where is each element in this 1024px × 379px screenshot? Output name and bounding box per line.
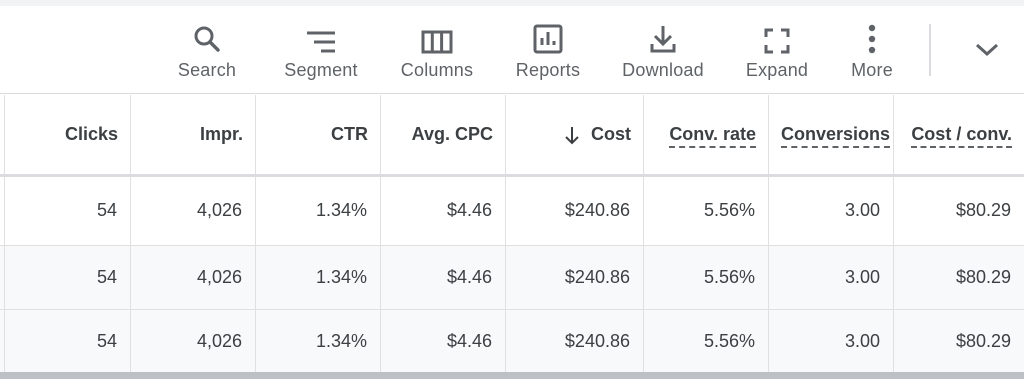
header-cost-per-conv-label: Cost / conv. (911, 124, 1012, 148)
cell-ctr: 1.34% (255, 177, 380, 245)
cell-cost: $240.86 (505, 310, 643, 372)
cell-impr-value: 4,026 (196, 200, 242, 220)
cell-clicks: 54 (4, 246, 130, 309)
cell-cost-per-conv: $80.29 (893, 310, 1024, 372)
segment-button[interactable]: Segment (276, 6, 366, 94)
cell-conversions: 3.00 (768, 310, 893, 372)
cell-conv-rate-value: 5.56% (703, 267, 755, 287)
cell-avg-cpc-value: $4.46 (446, 331, 492, 351)
reports-label: Reports (515, 60, 581, 80)
header-avg-cpc[interactable]: Avg. CPC (380, 95, 505, 175)
header-conv-rate-label: Conv. rate (669, 124, 756, 148)
table-row[interactable]: 54 4,026 1.34% $4.46 $240.86 5.56% 3.00 … (0, 246, 1024, 310)
search-icon (192, 6, 222, 58)
header-conversions-label: Conversions (781, 124, 891, 148)
cell-cost-per-conv: $80.29 (893, 177, 1024, 245)
header-cost[interactable]: Cost (505, 95, 643, 175)
cell-ctr-value: 1.34% (315, 267, 367, 287)
table-toolbar: Search Segment Columns Reports Download … (0, 6, 1024, 94)
table-header-row: Clicks Impr. CTR Avg. CPC Cost Conv. rat… (0, 95, 1024, 175)
cell-clicks-value: 54 (96, 200, 117, 220)
cell-avg-cpc: $4.46 (380, 246, 505, 309)
header-impr-label: Impr. (199, 124, 243, 144)
cell-avg-cpc: $4.46 (380, 310, 505, 372)
cell-ctr: 1.34% (255, 246, 380, 309)
header-impr[interactable]: Impr. (130, 95, 255, 175)
cell-impr: 4,026 (130, 177, 255, 245)
cell-cost: $240.86 (505, 177, 643, 245)
cell-ctr-value: 1.34% (315, 200, 367, 220)
cell-cost-per-conv-value: $80.29 (955, 331, 1011, 351)
download-label: Download (622, 60, 704, 80)
cell-avg-cpc: $4.46 (380, 177, 505, 245)
columns-label: Columns (400, 60, 474, 80)
cell-conv-rate: 5.56% (643, 177, 768, 245)
search-label: Search (177, 60, 237, 80)
cell-impr-value: 4,026 (196, 331, 242, 351)
expand-button[interactable]: Expand (742, 6, 812, 94)
cell-impr: 4,026 (130, 310, 255, 372)
cell-conv-rate: 5.56% (643, 310, 768, 372)
cell-conv-rate: 5.56% (643, 246, 768, 309)
more-vert-icon (867, 6, 877, 58)
header-clicks-label: Clicks (64, 124, 118, 144)
cell-cost-value: $240.86 (564, 200, 630, 220)
cell-conversions-value: 3.00 (844, 267, 880, 287)
cell-avg-cpc-value: $4.46 (446, 267, 492, 287)
cell-avg-cpc-value: $4.46 (446, 200, 492, 220)
cell-clicks-value: 54 (96, 331, 117, 351)
cell-impr-value: 4,026 (196, 267, 242, 287)
horizontal-scrollbar[interactable] (0, 372, 1024, 379)
cell-ctr-value: 1.34% (315, 331, 367, 351)
cell-clicks-value: 54 (96, 267, 117, 287)
table-row[interactable]: 54 4,026 1.34% $4.46 $240.86 5.56% 3.00 … (0, 177, 1024, 246)
header-avg-cpc-label: Avg. CPC (411, 124, 493, 144)
download-icon (649, 6, 677, 58)
reports-button[interactable]: Reports (509, 6, 587, 94)
cell-conv-rate-value: 5.56% (703, 200, 755, 220)
cell-cost-value: $240.86 (564, 331, 630, 351)
cell-cost: $240.86 (505, 246, 643, 309)
cell-clicks: 54 (4, 177, 130, 245)
header-conv-rate[interactable]: Conv. rate (643, 95, 768, 175)
cell-conv-rate-value: 5.56% (703, 331, 755, 351)
table-row[interactable]: 54 4,026 1.34% $4.46 $240.86 5.56% 3.00 … (0, 310, 1024, 372)
header-ctr[interactable]: CTR (255, 95, 380, 175)
more-button[interactable]: More (846, 6, 898, 94)
expand-icon (764, 6, 790, 58)
reports-icon (533, 6, 563, 58)
columns-icon (421, 6, 453, 58)
segment-label: Segment (284, 60, 358, 80)
cell-cost-value: $240.86 (564, 267, 630, 287)
cell-conversions: 3.00 (768, 177, 893, 245)
header-cost-per-conv[interactable]: Cost / conv. (893, 95, 1024, 175)
cell-ctr: 1.34% (255, 310, 380, 372)
header-cost-label: Cost (591, 124, 631, 144)
cell-impr: 4,026 (130, 246, 255, 309)
columns-button[interactable]: Columns (394, 6, 480, 94)
cell-conversions-value: 3.00 (844, 331, 880, 351)
cell-cost-per-conv: $80.29 (893, 246, 1024, 309)
header-conversions[interactable]: Conversions (768, 95, 893, 175)
toolbar-divider (929, 24, 931, 76)
expand-label: Expand (745, 60, 809, 80)
cell-cost-per-conv-value: $80.29 (955, 200, 1011, 220)
cell-cost-per-conv-value: $80.29 (955, 267, 1011, 287)
more-label: More (851, 60, 893, 80)
chevron-down-icon (975, 43, 999, 57)
search-button[interactable]: Search (170, 6, 244, 94)
cell-conversions: 3.00 (768, 246, 893, 309)
cell-clicks: 54 (4, 310, 130, 372)
arrow-down-icon (565, 127, 579, 145)
segment-icon (304, 6, 338, 58)
collapse-toolbar-button[interactable] (972, 40, 1002, 60)
cell-conversions-value: 3.00 (844, 200, 880, 220)
download-button[interactable]: Download (616, 6, 710, 94)
header-ctr-label: CTR (331, 124, 368, 144)
header-clicks[interactable]: Clicks (4, 95, 130, 175)
